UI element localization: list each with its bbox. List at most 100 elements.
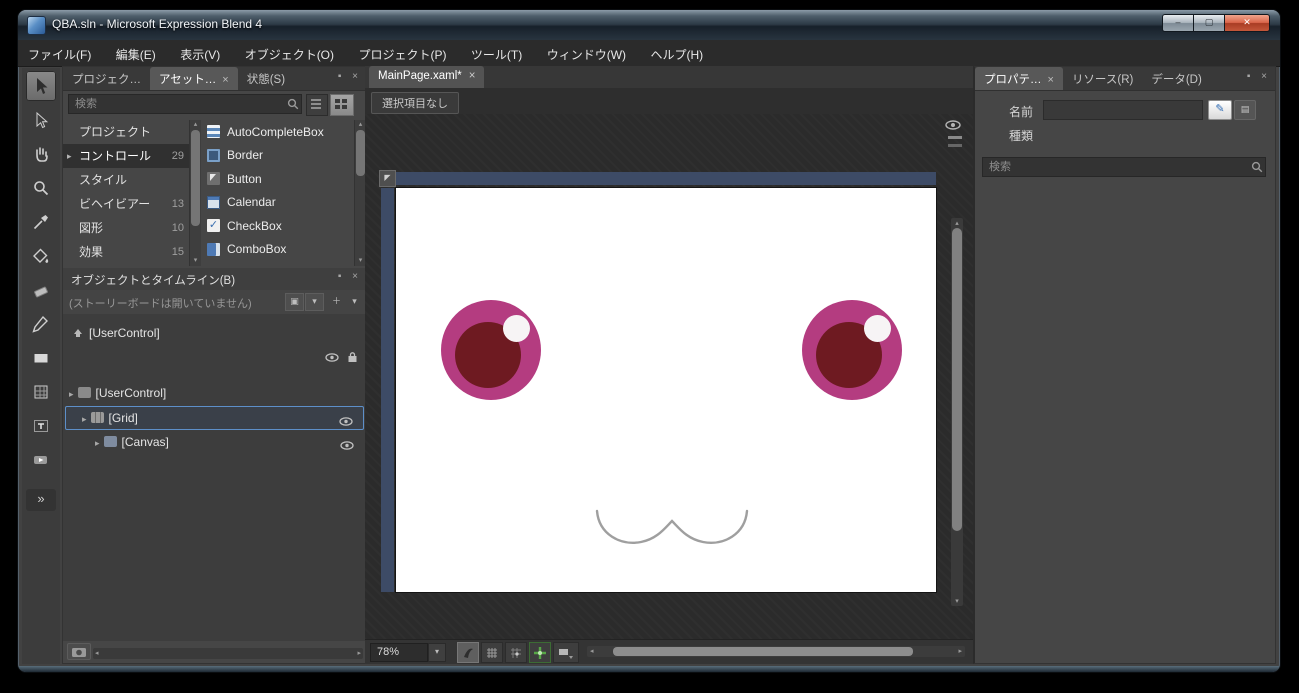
- lock-icon[interactable]: [347, 351, 358, 363]
- snap-to-grid-toggle[interactable]: [505, 642, 527, 663]
- scroll-down-icon[interactable]: ▾: [190, 257, 201, 265]
- zoom-dropdown-icon[interactable]: ▾: [428, 643, 446, 662]
- storyboard-menu-icon[interactable]: ▾: [345, 293, 364, 311]
- asset-search[interactable]: [68, 94, 302, 114]
- timeline-horizontal-scrollbar[interactable]: ◂ ▸: [93, 648, 363, 659]
- xaml-view-divider-icon[interactable]: [948, 144, 962, 147]
- tab-close-icon[interactable]: ×: [222, 74, 228, 86]
- menu-help[interactable]: ヘルプ(H): [640, 40, 713, 66]
- property-search-input[interactable]: [987, 159, 1249, 175]
- tree-row-canvas[interactable]: ▸ [Canvas]: [65, 431, 364, 453]
- category-behaviors[interactable]: ビヘイビアー 13: [63, 192, 189, 216]
- direct-selection-tool-icon[interactable]: [26, 105, 56, 135]
- show-grid-toggle[interactable]: [481, 642, 503, 663]
- asset-item-calendar[interactable]: Calendar: [201, 191, 354, 215]
- menu-window[interactable]: ウィンドウ(W): [537, 40, 636, 66]
- visibility-eye-icon[interactable]: [340, 436, 356, 458]
- timeline-camera-button[interactable]: [67, 643, 91, 660]
- paint-bucket-tool-icon[interactable]: [26, 241, 56, 271]
- menu-view[interactable]: 表示(V): [170, 40, 230, 66]
- tab-projects[interactable]: プロジェク…: [63, 67, 150, 90]
- snap-to-snaplines-toggle[interactable]: [529, 642, 551, 663]
- split-view-divider-icon[interactable]: [948, 136, 962, 139]
- panel-pin-close-icons[interactable]: ▪ ×: [1247, 71, 1271, 82]
- design-vertical-scrollbar[interactable]: ▴ ▾: [951, 218, 963, 606]
- maximize-button[interactable]: ▢: [1193, 14, 1224, 32]
- common-controls-tool-icon[interactable]: [26, 445, 56, 475]
- chevron-right-icon[interactable]: ▸: [69, 389, 74, 399]
- zoom-tool-icon[interactable]: [26, 173, 56, 203]
- minimize-button[interactable]: –: [1162, 14, 1193, 32]
- panel-pin-close-icons[interactable]: ▪ ×: [338, 271, 362, 282]
- artboard-eye-toggle[interactable]: [945, 118, 963, 136]
- annotations-button[interactable]: [553, 642, 579, 663]
- eraser-tool-icon[interactable]: [26, 275, 56, 305]
- tab-resources[interactable]: リソース(R): [1063, 67, 1142, 90]
- grid-adorner-corner[interactable]: ◤: [379, 170, 396, 187]
- menu-project[interactable]: プロジェクト(P): [348, 40, 456, 66]
- rectangle-tool-icon[interactable]: [26, 343, 56, 373]
- asset-list-view-button[interactable]: [306, 94, 328, 116]
- breadcrumb-selection[interactable]: 選択項目なし: [371, 92, 459, 114]
- pen-tool-icon[interactable]: [26, 309, 56, 339]
- category-controls[interactable]: ▸ コントロール 29: [63, 144, 189, 168]
- menu-file[interactable]: ファイル(F): [18, 40, 101, 66]
- category-effects[interactable]: 効果 15: [63, 240, 189, 264]
- close-button[interactable]: ✕: [1224, 14, 1270, 32]
- name-extra-button[interactable]: ▤: [1234, 100, 1256, 120]
- tab-close-icon[interactable]: ×: [469, 70, 476, 82]
- scroll-left-icon[interactable]: ◂: [590, 647, 594, 656]
- storyboard-dropdown-button[interactable]: ▾: [305, 293, 324, 311]
- name-input[interactable]: [1048, 102, 1198, 118]
- storyboard-new-button[interactable]: ＋: [327, 293, 346, 311]
- asset-item-combobox[interactable]: ComboBox: [201, 238, 354, 262]
- category-styles[interactable]: スタイル: [63, 168, 189, 192]
- chevron-right-icon[interactable]: ▸: [82, 414, 87, 424]
- asset-item-button[interactable]: Button: [201, 167, 354, 191]
- scroll-left-icon[interactable]: ◂: [95, 649, 99, 657]
- menu-tools[interactable]: ツール(T): [461, 40, 532, 66]
- asset-item-autocompletebox[interactable]: AutoCompleteBox: [201, 120, 354, 144]
- eyedropper-tool-icon[interactable]: [26, 207, 56, 237]
- layout-grid-tool-icon[interactable]: [26, 377, 56, 407]
- pan-tool-icon[interactable]: [26, 139, 56, 169]
- asset-grid-view-button[interactable]: [330, 94, 354, 116]
- scroll-down-icon[interactable]: ▾: [951, 597, 963, 605]
- asset-item-border[interactable]: Border: [201, 144, 354, 168]
- menu-object[interactable]: オブジェクト(O): [235, 40, 344, 66]
- text-tool-icon[interactable]: [26, 411, 56, 441]
- panel-pin-close-icons[interactable]: ▪ ×: [338, 71, 362, 82]
- zoom-level-value[interactable]: 78%: [370, 643, 428, 662]
- tab-properties[interactable]: プロパテ… ×: [975, 67, 1063, 90]
- property-search[interactable]: [982, 157, 1266, 177]
- name-edit-button[interactable]: ✎: [1208, 100, 1232, 120]
- artboard[interactable]: [396, 188, 936, 592]
- render-effects-toggle[interactable]: [457, 642, 479, 663]
- document-tab[interactable]: MainPage.xaml* ×: [369, 66, 485, 88]
- visibility-eye-icon[interactable]: [325, 352, 341, 363]
- asset-item-checkbox[interactable]: ✓ CheckBox: [201, 214, 354, 238]
- tree-root-row[interactable]: [UserControl]: [65, 322, 364, 344]
- scroll-up-icon[interactable]: ▴: [190, 121, 201, 129]
- tree-row-usercontrol[interactable]: ▸ [UserControl]: [65, 382, 364, 404]
- menu-edit[interactable]: 編集(E): [106, 40, 166, 66]
- tab-data[interactable]: データ(D): [1142, 67, 1210, 90]
- tab-states[interactable]: 状態(S): [238, 67, 294, 90]
- asset-search-input[interactable]: [73, 96, 285, 112]
- scroll-right-icon[interactable]: ▸: [958, 647, 962, 656]
- categories-scrollbar[interactable]: ▴ ▾: [189, 120, 201, 266]
- chevron-right-icon[interactable]: ▸: [95, 438, 100, 448]
- storyboard-picker-button[interactable]: ▣: [285, 293, 304, 311]
- design-horizontal-scrollbar[interactable]: ◂ ▸: [587, 646, 965, 657]
- toolbox-assets-expander[interactable]: »: [26, 489, 56, 511]
- selection-tool-icon[interactable]: [26, 71, 56, 101]
- row-rail[interactable]: [381, 188, 394, 592]
- category-shapes[interactable]: 図形 10: [63, 216, 189, 240]
- tab-assets[interactable]: アセット… ×: [150, 67, 238, 90]
- column-rail[interactable]: [396, 172, 936, 185]
- tab-close-icon[interactable]: ×: [1048, 74, 1054, 86]
- category-project[interactable]: プロジェクト: [63, 120, 189, 144]
- name-field[interactable]: [1043, 100, 1203, 120]
- tree-row-grid[interactable]: ▸ [Grid]: [65, 406, 364, 430]
- scroll-right-icon[interactable]: ▸: [357, 649, 361, 657]
